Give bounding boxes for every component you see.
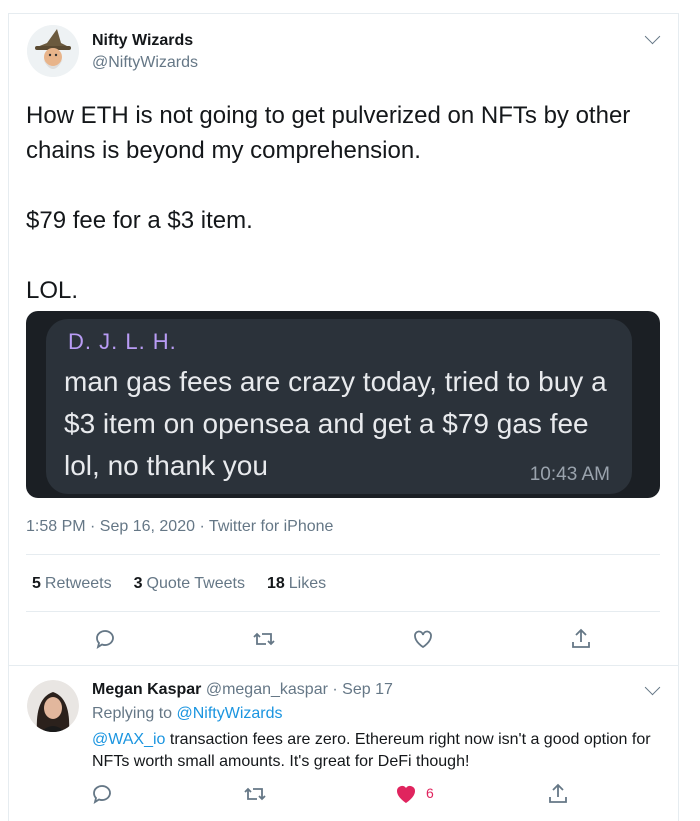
divider — [26, 554, 660, 555]
likes-count: 18 — [266, 575, 285, 592]
share-icon[interactable] — [569, 627, 593, 651]
share-icon[interactable] — [546, 782, 570, 806]
nifty-wizards-avatar[interactable] — [27, 25, 79, 77]
quote-tweets-stat[interactable]: 3 Quote Tweets — [134, 575, 245, 593]
retweet-icon[interactable] — [252, 627, 276, 651]
retweets-label: Retweets — [44, 575, 112, 592]
tweet-media-image[interactable]: D. J. L. H. man gas fees are crazy today… — [26, 311, 660, 498]
likes-label: Likes — [288, 575, 327, 592]
replying-to-handle[interactable]: @NiftyWizards — [177, 705, 283, 722]
divider — [8, 665, 679, 666]
tweet-timestamp[interactable]: 1:58 PM · Sep 16, 2020 · Twitter for iPh… — [26, 518, 333, 536]
reply-like-count: 6 — [426, 785, 434, 801]
reply-author-handle[interactable]: @megan_kaspar — [206, 681, 328, 698]
replying-to-prefix: Replying to — [92, 705, 173, 722]
retweets-count: 5 — [32, 575, 41, 592]
tweet-stats: 5 Retweets 3 Quote Tweets 18 Likes — [32, 575, 326, 593]
reply-icon[interactable] — [90, 782, 114, 806]
message-time: 10:43 AM — [529, 464, 610, 485]
retweet-icon[interactable] — [243, 782, 267, 806]
reply-text: @WAX_io transaction fees are zero. Ether… — [92, 729, 662, 773]
reply-date[interactable]: · Sep 17 — [332, 681, 392, 698]
divider — [26, 611, 660, 612]
likes-stat[interactable]: 18 Likes — [267, 575, 326, 593]
author-handle[interactable]: @NiftyWizards — [92, 54, 198, 72]
mention-link[interactable]: @WAX_io — [92, 731, 165, 748]
like-icon[interactable] — [411, 627, 435, 651]
reply-icon[interactable] — [93, 627, 117, 651]
author-name[interactable]: Nifty Wizards — [92, 32, 193, 50]
reply-author-name[interactable]: Megan Kaspar — [92, 681, 201, 698]
liked-heart-icon[interactable] — [394, 782, 418, 806]
message-sender: D. J. L. H. — [68, 329, 177, 354]
retweets-stat[interactable]: 5 Retweets — [32, 575, 112, 593]
quotes-label: Quote Tweets — [146, 575, 245, 592]
reply-body: transaction fees are zero. Ethereum righ… — [92, 731, 651, 770]
replying-to-line: Replying to @NiftyWizards — [92, 705, 283, 723]
quotes-count: 3 — [133, 575, 143, 592]
megan-kaspar-avatar[interactable] — [27, 680, 79, 732]
reply-author-line: Megan Kaspar @megan_kaspar · Sep 17 — [92, 681, 393, 699]
tweet-text: How ETH is not going to get pulverized o… — [26, 102, 631, 304]
